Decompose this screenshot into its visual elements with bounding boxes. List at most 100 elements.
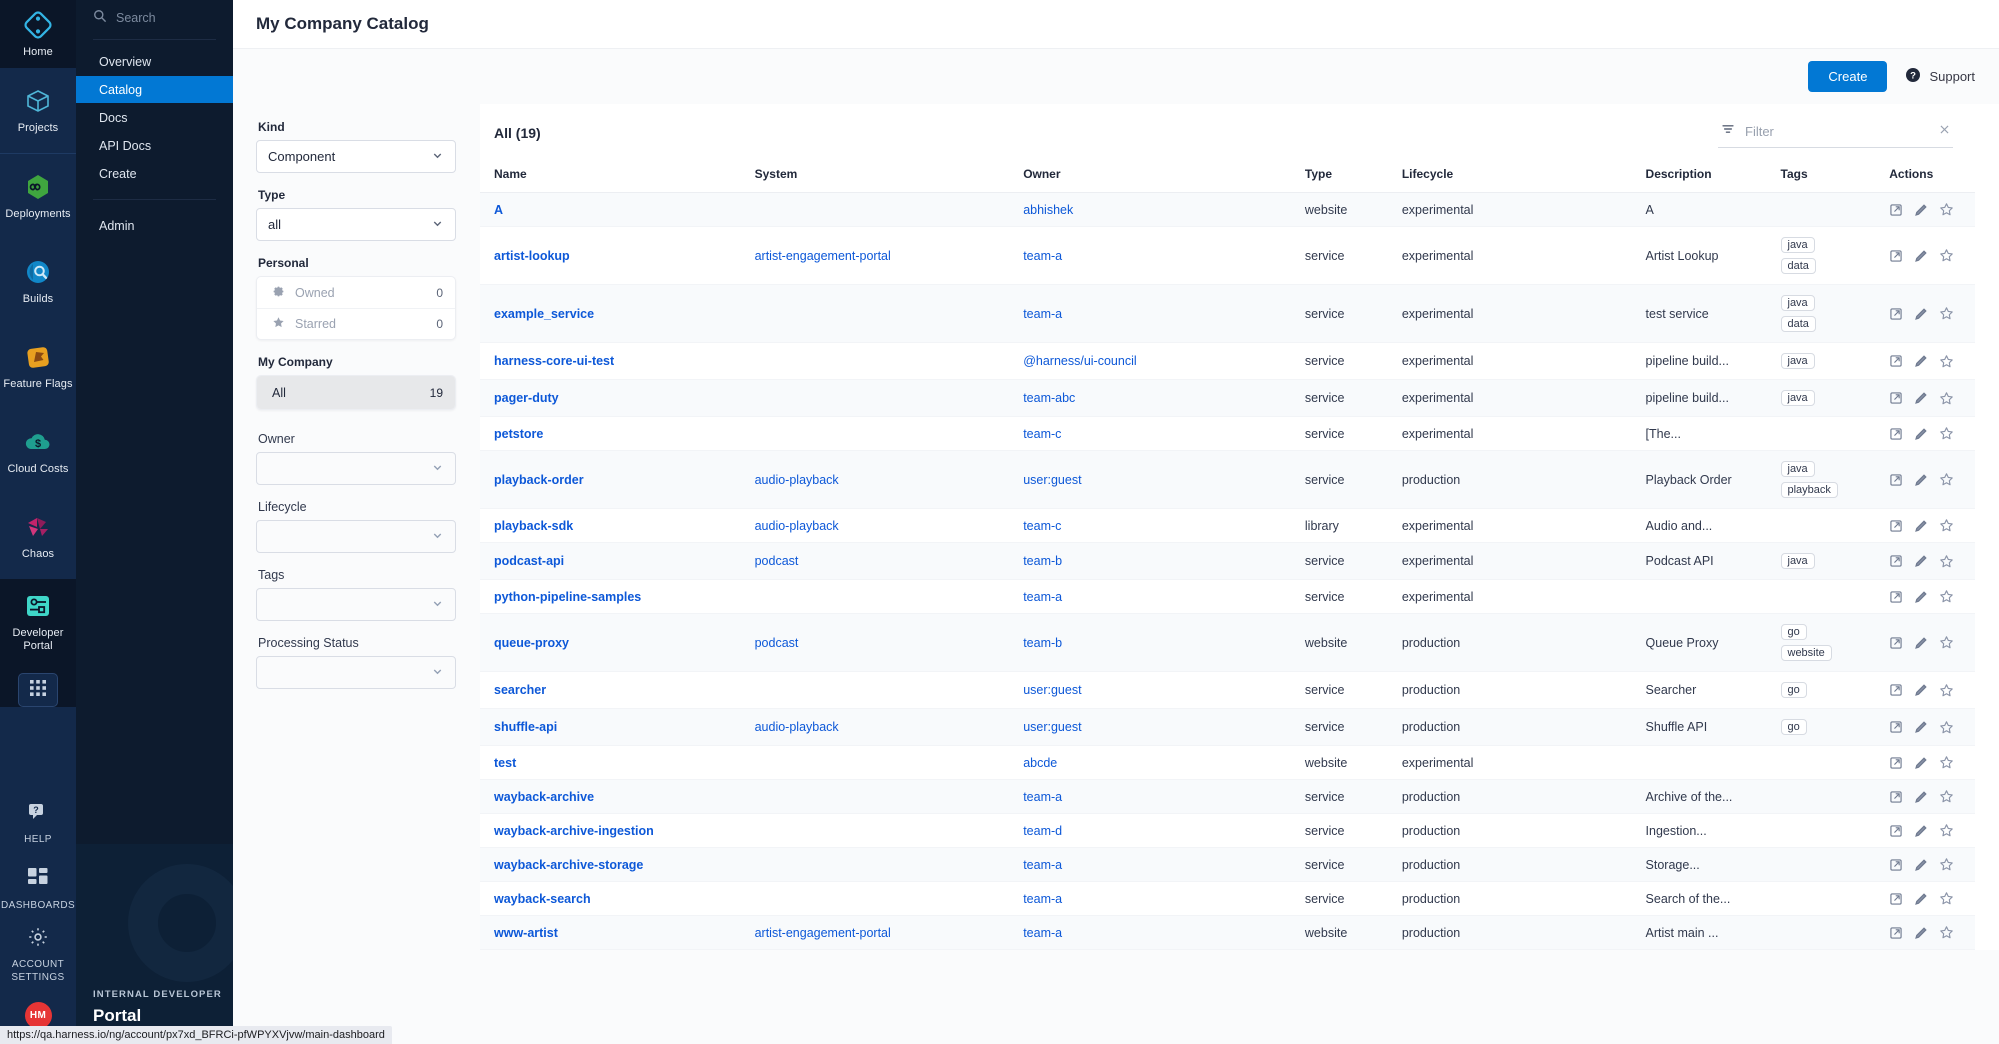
owner-link[interactable]: user:guest [1023,720,1081,734]
owner-link[interactable]: @harness/ui-council [1023,354,1136,368]
star-icon[interactable] [1939,683,1954,698]
open-external-icon[interactable] [1889,590,1903,604]
open-external-icon[interactable] [1889,858,1903,872]
open-external-icon[interactable] [1889,354,1903,368]
edit-pencil-icon[interactable] [1914,858,1928,872]
table-row[interactable]: queue-proxy podcast team-b website productio… [480,613,1975,672]
kind-filter-select[interactable]: Component [256,140,456,173]
open-external-icon[interactable] [1889,892,1903,906]
entity-link[interactable]: wayback-search [494,892,591,906]
owner-link[interactable]: team-a [1023,249,1062,263]
table-row[interactable]: pager-duty team-abc service experimental pip… [480,379,1975,417]
open-external-icon[interactable] [1889,720,1903,734]
owner-link[interactable]: team-a [1023,858,1062,872]
tag-chip[interactable]: website [1780,645,1832,661]
star-icon[interactable] [1939,426,1954,441]
open-external-icon[interactable] [1889,790,1903,804]
open-external-icon[interactable] [1889,391,1903,405]
table-row[interactable]: playback-sdk audio-playback team-c library e… [480,508,1975,543]
tag-chip[interactable]: java [1780,553,1815,569]
open-external-icon[interactable] [1889,926,1903,940]
entity-link[interactable]: playback-sdk [494,519,573,533]
system-link[interactable]: audio-playback [755,720,839,734]
owner-filter-select[interactable] [256,452,456,485]
entity-link[interactable]: www-artist [494,926,558,940]
table-row[interactable]: playback-order audio-playback user:guest se… [480,450,1975,509]
owner-link[interactable]: team-b [1023,554,1062,568]
entity-link[interactable]: artist-lookup [494,249,570,263]
open-external-icon[interactable] [1889,519,1903,533]
column-header-system[interactable]: System [748,161,1018,193]
open-external-icon[interactable] [1889,756,1903,770]
entity-link[interactable]: test [494,756,516,770]
star-icon[interactable] [1939,472,1954,487]
nav-item-account-settings[interactable]: ACCOUNT SETTINGS [0,920,76,986]
filter-row-starred[interactable]: Starred 0 [257,308,455,339]
entity-link[interactable]: A [494,203,503,217]
owner-link[interactable]: team-a [1023,590,1062,604]
owner-link[interactable]: user:guest [1023,473,1081,487]
star-icon[interactable] [1939,823,1954,838]
sidebar-item-api-docs[interactable]: API Docs [76,132,233,159]
edit-pencil-icon[interactable] [1914,720,1928,734]
edit-pencil-icon[interactable] [1914,307,1928,321]
table-row[interactable]: wayback-search team-a service production Sea… [480,881,1975,916]
table-row[interactable]: artist-lookup artist-engagement-portal tea… [480,226,1975,285]
tag-chip[interactable]: java [1780,461,1815,477]
nav-item-developer-portal[interactable]: Developer Portal [0,579,76,664]
star-icon[interactable] [1939,354,1954,369]
edit-pencil-icon[interactable] [1914,203,1928,217]
owner-link[interactable]: team-a [1023,790,1062,804]
star-icon[interactable] [1939,248,1954,263]
open-external-icon[interactable] [1889,203,1903,217]
edit-pencil-icon[interactable] [1914,892,1928,906]
open-external-icon[interactable] [1889,636,1903,650]
entity-link[interactable]: wayback-archive-storage [494,858,643,872]
owner-link[interactable]: abcde [1023,756,1057,770]
close-icon[interactable] [1938,123,1951,140]
owner-link[interactable]: team-abc [1023,391,1075,405]
owner-link[interactable]: abhishek [1023,203,1073,217]
type-filter-select[interactable]: all [256,208,456,241]
star-icon[interactable] [1939,554,1954,569]
table-row[interactable]: shuffle-api audio-playback user:guest servi… [480,708,1975,746]
filter-row-owned[interactable]: Owned 0 [257,277,455,308]
nav-item-builds[interactable]: Builds [0,239,76,324]
open-external-icon[interactable] [1889,473,1903,487]
avatar[interactable]: HM [24,1001,52,1029]
table-row[interactable]: petstore team-c service experimental [The... [480,416,1975,451]
sidebar-item-create[interactable]: Create [76,160,233,187]
tag-chip[interactable]: java [1780,353,1815,369]
nav-item-home[interactable]: Home [0,0,76,68]
grid-apps-button[interactable] [18,673,58,707]
owner-link[interactable]: team-c [1023,519,1061,533]
table-row[interactable]: searcher user:guest service production Searc… [480,671,1975,709]
owner-link[interactable]: team-a [1023,926,1062,940]
edit-pencil-icon[interactable] [1914,519,1928,533]
sidebar-item-docs[interactable]: Docs [76,104,233,131]
edit-pencil-icon[interactable] [1914,249,1928,263]
table-row[interactable]: Aabhishek website experimental A [480,192,1975,227]
edit-pencil-icon[interactable] [1914,824,1928,838]
sidebar-item-admin[interactable]: Admin [76,212,233,239]
edit-pencil-icon[interactable] [1914,473,1928,487]
column-header-type[interactable]: Type [1298,161,1396,193]
star-icon[interactable] [1939,755,1954,770]
system-link[interactable]: artist-engagement-portal [755,926,891,940]
system-link[interactable]: artist-engagement-portal [755,249,891,263]
edit-pencil-icon[interactable] [1914,926,1928,940]
nav-item-help[interactable]: ? HELP [0,788,76,854]
system-link[interactable]: podcast [755,554,799,568]
entity-link[interactable]: podcast-api [494,554,564,568]
open-external-icon[interactable] [1889,249,1903,263]
open-external-icon[interactable] [1889,427,1903,441]
tag-chip[interactable]: go [1780,624,1807,640]
tag-chip[interactable]: java [1780,295,1815,311]
filter-row-all[interactable]: All 19 [257,376,455,409]
table-row[interactable]: test abcde website experimental [480,745,1975,780]
entity-link[interactable]: example_service [494,307,594,321]
entity-link[interactable]: python-pipeline-samples [494,590,641,604]
system-link[interactable]: podcast [755,636,799,650]
sidebar-item-overview[interactable]: Overview [76,48,233,75]
system-link[interactable]: audio-playback [755,473,839,487]
